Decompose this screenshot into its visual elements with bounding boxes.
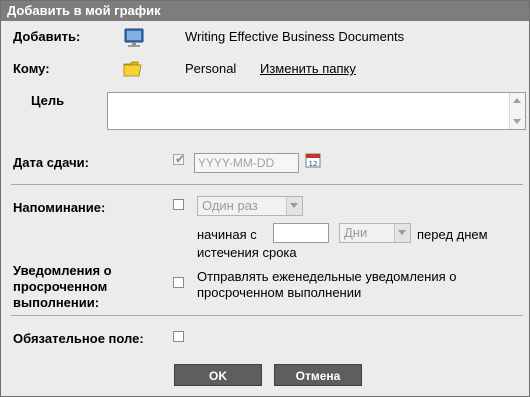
goal-scrollbar[interactable] (509, 93, 525, 129)
overdue-text-line2: просроченном выполнении (197, 285, 362, 300)
overdue-text-line1: Отправлять еженедельные уведомления о (197, 269, 457, 284)
reminder-unit-select[interactable]: Дни (339, 223, 411, 243)
change-folder-link[interactable]: Изменить папку (260, 61, 356, 76)
to-label: Кому: (13, 61, 50, 76)
starting-from-label: начиная с (197, 227, 257, 242)
chevron-down-icon[interactable] (394, 224, 410, 242)
ok-button[interactable]: OK (174, 364, 262, 386)
folder-icon (123, 60, 143, 81)
scroll-down-icon[interactable] (513, 119, 521, 124)
cancel-button[interactable]: Отмена (274, 364, 362, 386)
reminder-label: Напоминание: (13, 200, 106, 215)
calendar-icon[interactable]: 12 (305, 152, 321, 171)
before-label: перед днем (417, 227, 488, 242)
overdue-label-line1: Уведомления о (13, 263, 112, 278)
folder-name: Personal (185, 61, 237, 76)
overdue-label: Уведомления о просроченном выполнении: (13, 263, 112, 311)
scroll-up-icon[interactable] (513, 98, 521, 103)
reminder-checkbox[interactable] (173, 199, 184, 210)
overdue-label-line2: просроченном (13, 279, 108, 294)
add-to-schedule-dialog: Добавить в мой график Добавить: Writing … (0, 0, 530, 397)
due-date-input[interactable]: YYYY-MM-DD (194, 153, 299, 173)
dialog-title: Добавить в мой график (1, 1, 529, 21)
due-date-label: Дата сдачи: (13, 155, 89, 170)
chevron-down-icon[interactable] (286, 197, 302, 215)
goal-label: Цель (31, 93, 65, 108)
reminder-frequency-select[interactable]: Один раз (197, 196, 303, 216)
computer-monitor-icon (123, 28, 145, 51)
due-date-checkbox[interactable]: ✔ (173, 152, 186, 166)
reminder-frequency-value: Один раз (202, 198, 258, 213)
checkmark-icon: ✔ (175, 152, 186, 166)
separator (11, 184, 523, 185)
calendar-day: 12 (309, 160, 318, 168)
goal-textarea[interactable] (107, 92, 526, 130)
overdue-label-line3: выполнении: (13, 295, 100, 310)
reminder-unit-value: Дни (344, 225, 368, 240)
separator (11, 315, 523, 316)
overdue-text: Отправлять еженедельные уведомления о пр… (197, 269, 456, 301)
course-title: Writing Effective Business Documents (185, 29, 405, 44)
expiry-label: истечения срока (197, 245, 297, 260)
reminder-count-input[interactable] (273, 223, 329, 243)
required-label: Обязательное поле: (13, 331, 144, 346)
overdue-checkbox[interactable] (173, 277, 184, 288)
add-label: Добавить: (13, 29, 81, 44)
required-checkbox[interactable] (173, 331, 184, 342)
